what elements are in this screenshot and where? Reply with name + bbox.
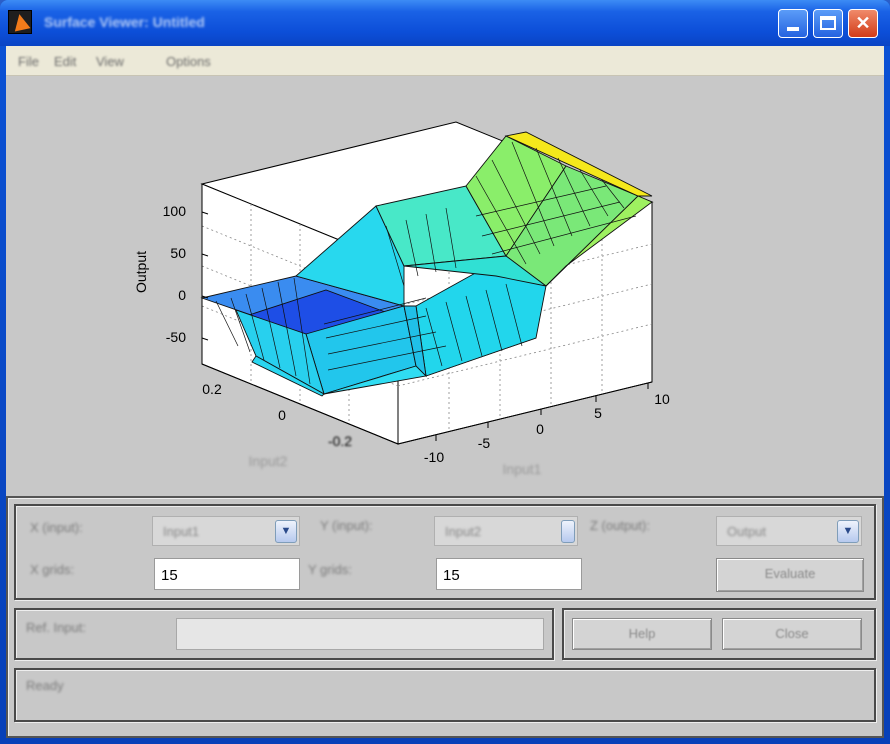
axes-settings-panel: X (input): Input1 ▼ Y (input): Input2 Z …: [14, 504, 876, 600]
z-tick-label: -50: [166, 329, 186, 345]
z-axis-label: Output: [133, 251, 149, 293]
x-tick-label: 5: [594, 405, 602, 421]
close-button-label: Close: [775, 626, 809, 641]
x-tick-label: 10: [654, 391, 670, 407]
menu-bar: File Edit View Options: [6, 46, 884, 76]
minimize-button[interactable]: [778, 9, 808, 38]
z-output-value: Output: [727, 524, 767, 539]
maximize-button[interactable]: [813, 9, 843, 38]
menu-view[interactable]: View: [96, 54, 124, 69]
status-text: Ready: [26, 678, 64, 693]
maximize-icon: [820, 16, 836, 30]
evaluate-button[interactable]: Evaluate: [716, 558, 864, 592]
y-tick-label: 0: [278, 407, 286, 423]
title-bar[interactable]: Surface Viewer: Untitled ✕: [0, 0, 890, 46]
z-tick-label: 50: [170, 245, 186, 261]
chevron-down-icon[interactable]: ▼: [275, 520, 297, 543]
chevron-down-icon[interactable]: [561, 520, 575, 543]
y-tick-label: 0.2: [202, 381, 222, 397]
surface-plot[interactable]: 100 50 0 -50 Output -10 -5 0 5 10 0.2 0 …: [6, 76, 884, 494]
y-axis-label: Input2: [249, 453, 288, 469]
close-button[interactable]: Close: [722, 618, 862, 650]
ref-input-field[interactable]: [176, 618, 544, 650]
x-axis-label: Input1: [503, 461, 542, 477]
action-buttons-panel: Help Close: [562, 608, 876, 660]
menu-options[interactable]: Options: [166, 54, 211, 69]
status-panel: Ready: [14, 668, 876, 722]
matlab-icon: [8, 10, 32, 34]
menu-edit[interactable]: Edit: [54, 54, 76, 69]
y-input-value: Input2: [445, 524, 482, 539]
y-grids-input[interactable]: 15: [436, 558, 582, 590]
x-grids-input[interactable]: 15: [154, 558, 300, 590]
menu-file[interactable]: File: [18, 54, 39, 69]
minimize-icon: [787, 27, 799, 31]
controls-panel: X (input): Input1 ▼ Y (input): Input2 Z …: [6, 496, 884, 738]
x-grids-label: X grids:: [30, 562, 75, 577]
ref-input-label: Ref. Input:: [26, 620, 86, 635]
y-input-select[interactable]: Input2: [434, 516, 578, 546]
z-tick-label: 100: [163, 203, 187, 219]
window-title: Surface Viewer: Untitled: [44, 14, 205, 30]
surface-plot-canvas[interactable]: 100 50 0 -50 Output -10 -5 0 5 10 0.2 0 …: [6, 76, 884, 494]
x-tick-label: -10: [424, 449, 444, 465]
close-icon: ✕: [855, 13, 871, 33]
x-tick-label: -5: [478, 435, 491, 451]
x-input-label: X (input):: [30, 520, 83, 535]
close-window-button[interactable]: ✕: [848, 9, 878, 38]
x-input-value: Input1: [163, 524, 200, 539]
y-input-label: Y (input):: [320, 518, 373, 533]
y-tick-label: -0.2: [328, 433, 352, 449]
z-output-select[interactable]: Output ▼: [716, 516, 862, 546]
x-tick-label: 0: [536, 421, 544, 437]
help-button-label: Help: [628, 626, 656, 641]
app-window: Surface Viewer: Untitled ✕ File Edit Vie…: [0, 0, 890, 744]
z-tick-label: 0: [178, 287, 186, 303]
x-input-select[interactable]: Input1 ▼: [152, 516, 300, 546]
help-button[interactable]: Help: [572, 618, 712, 650]
chevron-down-icon[interactable]: ▼: [837, 520, 859, 543]
ref-input-panel: Ref. Input:: [14, 608, 554, 660]
z-output-label: Z (output):: [590, 518, 650, 533]
y-grids-label: Y grids:: [308, 562, 352, 577]
figure-area: 100 50 0 -50 Output -10 -5 0 5 10 0.2 0 …: [6, 76, 884, 738]
evaluate-button-label: Evaluate: [764, 566, 816, 581]
